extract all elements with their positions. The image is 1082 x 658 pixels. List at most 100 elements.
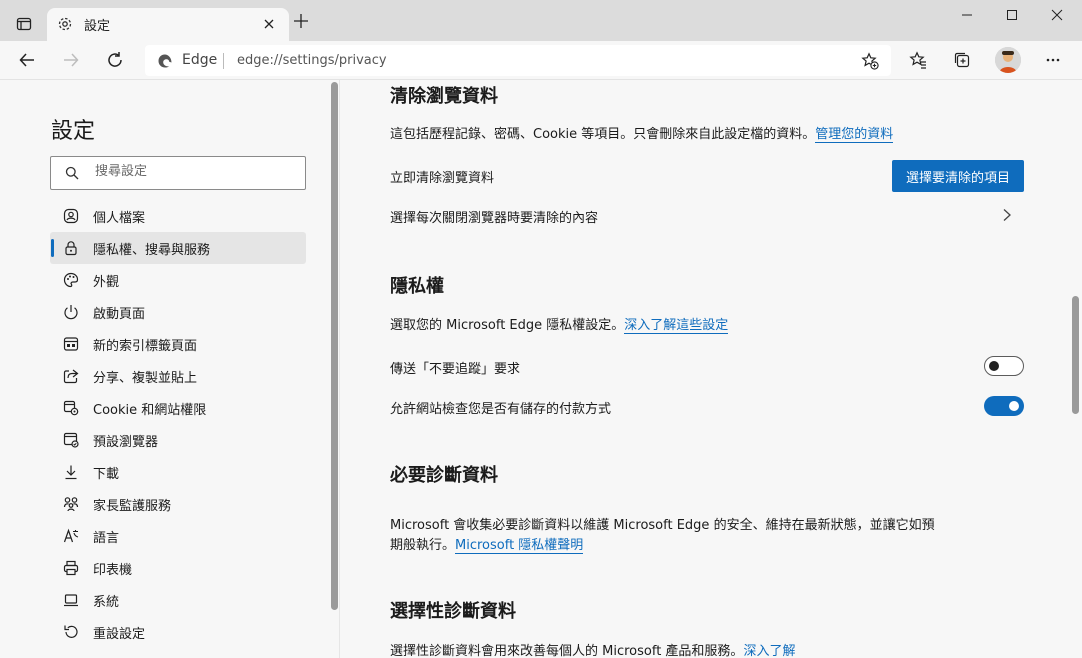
tab-actions-icon (16, 16, 32, 32)
toggle-knob (989, 361, 999, 371)
address-prefix: Edge (182, 52, 218, 68)
printer-icon (63, 560, 79, 576)
sidebar-item-label: 重設設定 (93, 627, 146, 642)
close-tab-icon[interactable] (263, 18, 275, 30)
sidebar-item-profiles[interactable]: 個人檔案 (50, 200, 306, 232)
system-icon (63, 592, 79, 608)
settings-content: 清除瀏覽資料 這包括歷程記錄、密碼、Cookie 等項目。只會刪除來自此設定檔的… (341, 80, 1069, 658)
clear-on-close-label: 選擇每次關閉瀏覽器時要清除的內容 (390, 211, 599, 226)
sidebar-item-label: 家長監護服務 (93, 499, 172, 514)
learn-more-link[interactable]: 深入了解 (743, 644, 796, 658)
more-icon[interactable] (1044, 51, 1062, 69)
sidebar-item-share[interactable]: 分享、複製並貼上 (50, 360, 306, 392)
required-diagnostics-desc-text: 期般執行。 (390, 538, 456, 553)
sidebar-title: 設定 (51, 119, 96, 144)
family-icon (63, 496, 79, 512)
manage-data-link[interactable]: 管理您的資料 (815, 127, 894, 143)
lock-icon (63, 240, 79, 256)
collections-icon[interactable] (953, 51, 971, 69)
sidebar-item-cookies[interactable]: Cookie 和網站權限 (50, 392, 306, 424)
required-diagnostics-heading: 必要診斷資料 (390, 465, 498, 486)
close-window-icon[interactable] (1050, 8, 1064, 22)
power-icon (63, 304, 79, 320)
sidebar-item-family[interactable]: 家長監護服務 (50, 488, 306, 520)
sidebar-item-system[interactable]: 系統 (50, 584, 306, 616)
clear-on-close-row[interactable]: 選擇每次關閉瀏覽器時要清除的內容 (390, 207, 1030, 229)
sidebar-item-label: 分享、複製並貼上 (93, 371, 198, 386)
search-icon (65, 166, 79, 180)
address-bar[interactable]: Edge edge://settings/privacy (145, 45, 891, 76)
sidebar-item-newtab[interactable]: 新的索引標籤頁面 (50, 328, 306, 360)
learn-more-settings-link[interactable]: 深入了解這些設定 (624, 318, 729, 334)
privacy-desc-text: 選取您的 Microsoft Edge 隱私權設定。 (390, 318, 625, 333)
sidebar-item-appearance[interactable]: 外觀 (50, 264, 306, 296)
sidebar-item-printers[interactable]: 印表機 (50, 552, 306, 584)
sidebar-item-label: 下載 (93, 467, 120, 482)
clear-data-heading: 清除瀏覽資料 (390, 86, 498, 107)
required-diagnostics-desc-line1: Microsoft 會收集必要診斷資料以維護 Microsoft Edge 的安… (390, 518, 935, 533)
choose-what-to-clear-button[interactable]: 選擇要清除的項目 (892, 160, 1024, 192)
default-browser-icon (63, 432, 79, 448)
sidebar-item-label: 新的索引標籤頁面 (93, 339, 198, 354)
sidebar-item-privacy[interactable]: 隱私權、搜尋與服務 (50, 232, 306, 264)
new-tab-icon[interactable] (293, 13, 309, 29)
sidebar-item-languages[interactable]: 語言 (50, 520, 306, 552)
sidebar-item-default-browser[interactable]: 預設瀏覽器 (50, 424, 306, 456)
sidebar-item-label: 外觀 (93, 275, 120, 290)
privacy-heading: 隱私權 (390, 276, 444, 297)
sidebar-item-label: 啟動頁面 (93, 307, 146, 322)
back-icon[interactable] (18, 51, 36, 69)
sidebar-item-downloads[interactable]: 下載 (50, 456, 306, 488)
do-not-track-label: 傳送「不要追蹤」要求 (390, 362, 521, 377)
privacy-statement-link[interactable]: Microsoft 隱私權聲明 (455, 538, 584, 554)
search-input[interactable] (95, 164, 295, 179)
tab-title: 設定 (84, 19, 111, 34)
browser-tab[interactable]: 設定 (47, 8, 289, 41)
chevron-right-icon[interactable] (1001, 208, 1013, 222)
toggle-knob (1009, 401, 1019, 411)
sidebar-item-label: 系統 (93, 595, 120, 610)
favorites-icon[interactable] (909, 51, 927, 69)
sidebar-item-label: 個人檔案 (93, 211, 146, 226)
optional-diagnostics-heading: 選擇性診斷資料 (390, 601, 516, 622)
toolbar: Edge edge://settings/privacy (0, 41, 1082, 80)
sidebar-item-label: 印表機 (93, 563, 133, 578)
url-text[interactable]: edge://settings/privacy (237, 53, 387, 68)
edge-logo-icon (157, 53, 173, 69)
reset-icon (63, 624, 79, 640)
language-icon (63, 528, 79, 544)
content-scrollbar-thumb[interactable] (1072, 296, 1079, 414)
download-icon (63, 464, 79, 480)
palette-icon (63, 272, 79, 288)
site-permissions-icon (63, 400, 79, 416)
gear-icon (57, 16, 73, 32)
refresh-icon[interactable] (106, 51, 124, 69)
add-favorite-icon[interactable] (861, 52, 879, 70)
profile-icon (63, 208, 79, 224)
clear-data-description: 這包括歷程記錄、密碼、Cookie 等項目。只會刪除來自此設定檔的資料。管理您的… (390, 123, 894, 143)
sidebar-item-label: 語言 (93, 531, 120, 546)
privacy-description: 選取您的 Microsoft Edge 隱私權設定。深入了解這些設定 (390, 314, 729, 334)
payment-check-label: 允許網站檢查您是否有儲存的付款方式 (390, 402, 612, 417)
sidebar-item-startup[interactable]: 啟動頁面 (50, 296, 306, 328)
maximize-icon[interactable] (1005, 8, 1019, 22)
address-divider (223, 53, 224, 69)
settings-sidebar: 設定 個人檔案 隱私權、搜尋與服務 外觀 啟動頁面 新的索引標籤頁面 分享、複製… (0, 80, 328, 658)
newtab-icon (63, 336, 79, 352)
sidebar-scrollbar-thumb[interactable] (331, 82, 338, 610)
payment-check-toggle[interactable] (984, 396, 1024, 416)
tab-actions-button[interactable] (8, 8, 40, 40)
sidebar-item-label: Cookie 和網站權限 (93, 403, 207, 418)
clear-data-desc-text: 這包括歷程記錄、密碼、Cookie 等項目。只會刪除來自此設定檔的資料。 (390, 127, 816, 142)
search-box[interactable] (50, 156, 306, 190)
do-not-track-toggle[interactable] (984, 356, 1024, 376)
sidebar-item-label: 預設瀏覽器 (93, 435, 159, 450)
clear-now-label: 立即清除瀏覽資料 (390, 171, 495, 186)
title-bar: 設定 (0, 0, 1082, 41)
minimize-icon[interactable] (960, 8, 974, 22)
forward-icon[interactable] (62, 51, 80, 69)
sidebar-item-reset[interactable]: 重設設定 (50, 616, 306, 648)
required-diagnostics-desc-line2: 期般執行。Microsoft 隱私權聲明 (390, 534, 584, 554)
profile-avatar[interactable] (995, 47, 1021, 73)
sidebar-item-label: 隱私權、搜尋與服務 (93, 243, 211, 258)
